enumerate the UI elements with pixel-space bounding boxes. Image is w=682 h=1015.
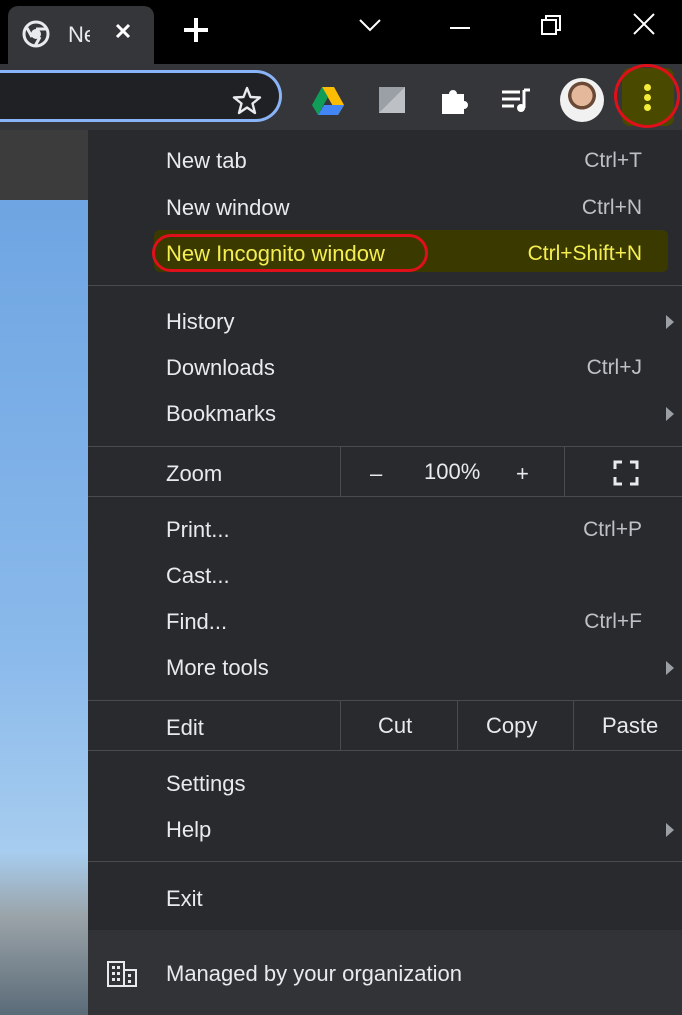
menu-item-settings[interactable]: Settings xyxy=(166,771,246,797)
menu-divider xyxy=(88,496,682,497)
restore-icon[interactable] xyxy=(530,8,570,44)
submenu-arrow-icon xyxy=(666,315,674,329)
menu-item-new-window[interactable]: New window xyxy=(166,195,290,221)
zoom-out-button[interactable]: – xyxy=(370,461,382,487)
building-icon xyxy=(107,961,137,987)
cut-button[interactable]: Cut xyxy=(378,713,412,739)
submenu-arrow-icon xyxy=(666,407,674,421)
zoom-label: Zoom xyxy=(166,461,223,486)
managed-by-org-row[interactable]: Managed by your organization xyxy=(88,930,682,1015)
menu-button-highlight-ring xyxy=(614,64,680,128)
menu-item-bookmarks[interactable]: Bookmarks xyxy=(166,401,276,427)
menu-divider xyxy=(88,861,682,862)
chrome-favicon-icon xyxy=(22,20,50,48)
bookmark-star-icon[interactable] xyxy=(230,84,264,118)
title-bar: Ne xyxy=(0,0,682,64)
menu-item-find[interactable]: Find... xyxy=(166,609,227,635)
minimize-icon[interactable] xyxy=(440,8,480,44)
shortcut-find: Ctrl+F xyxy=(584,610,642,633)
google-drive-icon[interactable] xyxy=(310,82,346,118)
zoom-divider xyxy=(340,446,341,496)
menu-item-history[interactable]: History xyxy=(166,309,234,335)
edit-label: Edit xyxy=(166,715,204,740)
edit-divider xyxy=(573,700,574,750)
menu-item-more-tools[interactable]: More tools xyxy=(166,655,269,681)
menu-divider xyxy=(88,700,682,701)
submenu-arrow-icon xyxy=(666,661,674,675)
menu-divider xyxy=(88,285,682,286)
menu-divider xyxy=(88,750,682,751)
new-tab-plus-icon[interactable] xyxy=(178,12,214,48)
shortcut-new-window: Ctrl+N xyxy=(581,196,642,219)
page-header-strip xyxy=(0,130,88,200)
incognito-highlight-ring xyxy=(152,234,428,272)
paste-button[interactable]: Paste xyxy=(602,713,658,739)
fullscreen-icon[interactable] xyxy=(612,459,640,487)
edit-divider xyxy=(457,700,458,750)
shortcut-print: Ctrl+P xyxy=(583,518,642,541)
menu-item-downloads[interactable]: Downloads xyxy=(166,355,275,381)
copy-button[interactable]: Copy xyxy=(486,713,537,739)
menu-item-help[interactable]: Help xyxy=(166,817,211,843)
profile-avatar[interactable] xyxy=(560,78,604,122)
shortcut-new-incognito: Ctrl+Shift+N xyxy=(527,242,642,265)
close-window-icon[interactable] xyxy=(624,8,664,44)
chevron-down-icon[interactable] xyxy=(350,8,390,44)
close-tab-icon[interactable] xyxy=(108,16,138,46)
extensions-puzzle-icon[interactable] xyxy=(436,82,472,118)
menu-item-cast[interactable]: Cast... xyxy=(166,563,230,589)
tab-title: Ne xyxy=(68,22,90,47)
menu-item-print[interactable]: Print... xyxy=(166,517,230,543)
managed-by-org-label: Managed by your organization xyxy=(166,961,462,986)
gray-square-extension-icon[interactable] xyxy=(374,82,410,118)
submenu-arrow-icon xyxy=(666,823,674,837)
menu-item-new-tab[interactable]: New tab xyxy=(166,148,247,174)
chrome-main-menu: New tab Ctrl+T New window Ctrl+N New Inc… xyxy=(88,130,682,1015)
zoom-divider xyxy=(564,446,565,496)
edit-divider xyxy=(340,700,341,750)
media-queue-icon[interactable] xyxy=(498,82,534,118)
page-background-image xyxy=(0,200,88,1015)
zoom-level-value: 100% xyxy=(424,459,481,484)
zoom-in-button[interactable]: + xyxy=(516,461,529,487)
shortcut-downloads: Ctrl+J xyxy=(586,356,642,379)
menu-divider xyxy=(88,446,682,447)
menu-item-exit[interactable]: Exit xyxy=(166,886,203,912)
shortcut-new-tab: Ctrl+T xyxy=(584,149,642,172)
browser-tab[interactable]: Ne xyxy=(8,6,154,64)
